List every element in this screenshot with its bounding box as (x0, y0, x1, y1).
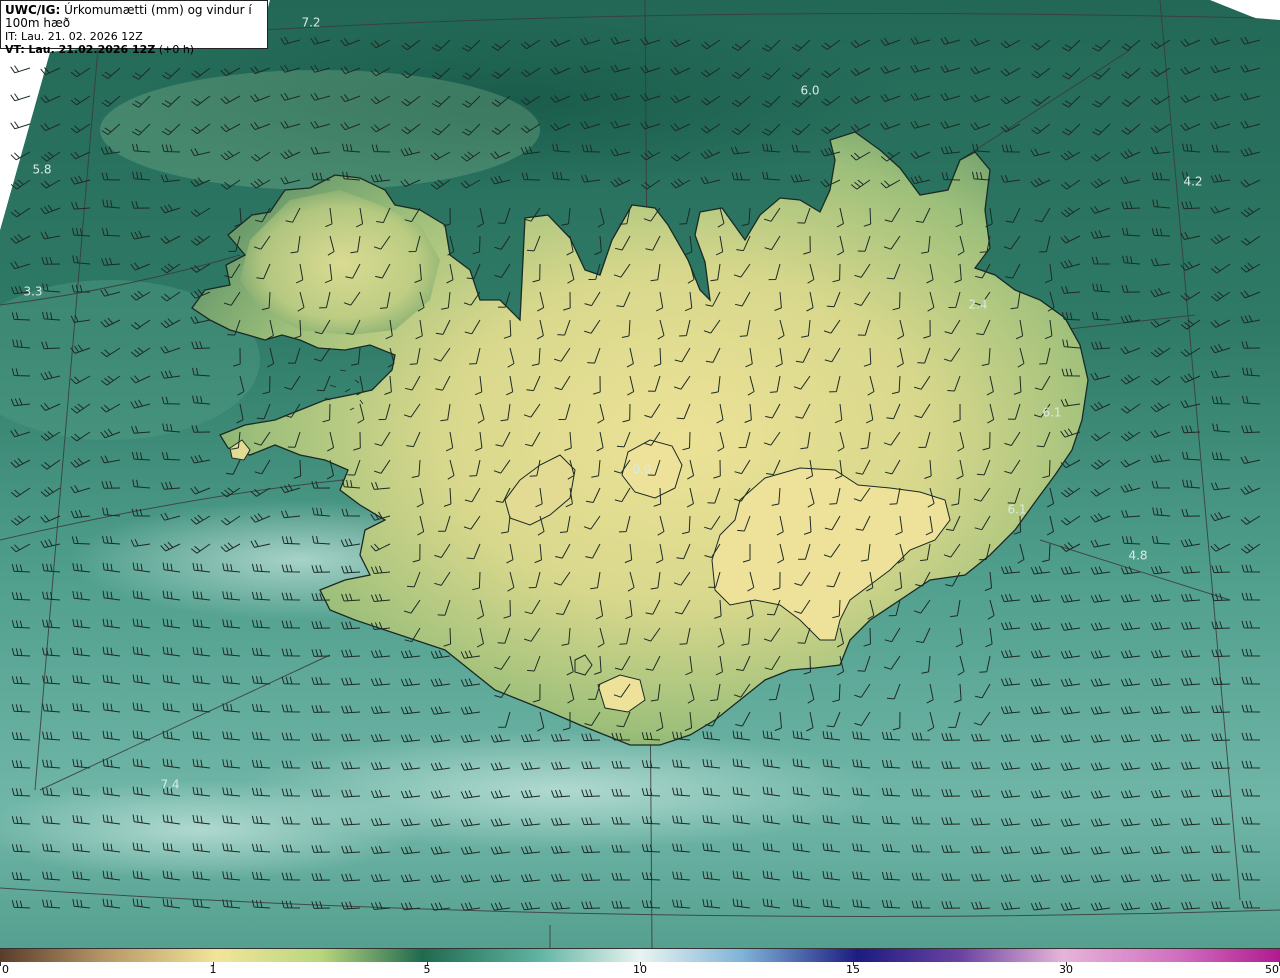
map-value-label: 6.0 (800, 84, 819, 98)
map-value-label: 5.8 (32, 163, 51, 177)
vt-offset: (+0 h) (158, 43, 195, 56)
header-title-line: UWC/IG: Úrkomumætti (mm) og vindur í 100… (5, 4, 263, 30)
map-value-label: 2.4 (968, 298, 987, 312)
map-value-label: 6.1 (1007, 503, 1026, 517)
glow-southwest (0, 780, 420, 880)
precipitation-wind-map: 7.2 6.0 5.8 4.2 3.3 2.4 6.1 0.9 6.1 4.8 7.4 (0, 0, 1280, 948)
forecast-map-view: 7.2 6.0 5.8 4.2 3.3 2.4 6.1 0.9 6.1 4.8 7.4 UWC/IG… (0, 0, 1280, 978)
colorbar-label: 30 (1059, 963, 1073, 976)
header-it-line: IT: Lau. 21. 02. 2026 12Z (5, 30, 263, 43)
it-label: IT: (5, 30, 18, 43)
colorbar-label: 1 (209, 963, 217, 976)
map-header-box: UWC/IG: Úrkomumætti (mm) og vindur í 100… (0, 0, 268, 56)
colorbar-label: 0 (2, 963, 9, 976)
vt-label: VT: (5, 43, 25, 56)
map-value-label: 7.4 (160, 778, 179, 792)
map-value-label: 4.2 (1183, 175, 1202, 189)
model-name: UWC/IG: (5, 3, 61, 17)
colorbar-label: 5 (423, 963, 431, 976)
vt-value: Lau. 21.02.2026 12Z (28, 43, 156, 56)
colorbar-gradient (0, 948, 1280, 962)
colorbar-label: 10 (633, 963, 647, 976)
header-vt-line: VT: Lau. 21.02.2026 12Z (+0 h) (5, 43, 263, 56)
colorbar-tick (0, 962, 1, 966)
colorbar-label: 15 (846, 963, 860, 976)
map-value-label: 6.1 (1042, 406, 1061, 420)
map-value-label: 7.2 (301, 16, 320, 30)
it-value: Lau. 21. 02. 2026 12Z (20, 30, 143, 43)
map-value-label: 3.3 (23, 285, 42, 299)
map-value-label: 0.9 (632, 463, 651, 477)
colorbar-label: 50 (1265, 963, 1279, 976)
map-value-label: 4.8 (1128, 549, 1147, 563)
precipitation-colorbar: 0 1 5 10 15 30 50 (0, 948, 1280, 978)
